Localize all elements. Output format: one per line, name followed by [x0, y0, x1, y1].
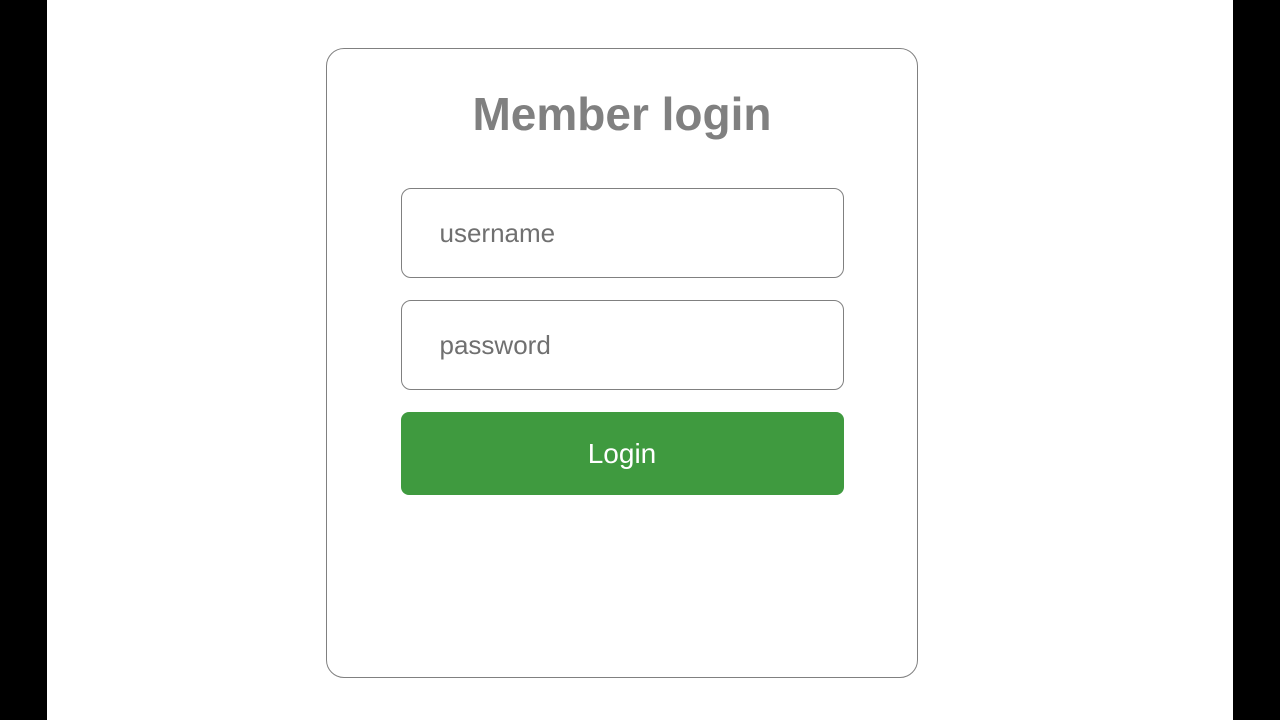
login-card: Member login Login [326, 48, 918, 678]
login-title: Member login [472, 87, 771, 141]
left-letterbox-bar [0, 0, 47, 720]
login-button[interactable]: Login [401, 412, 844, 495]
username-input[interactable] [401, 188, 844, 278]
right-letterbox-bar [1233, 0, 1280, 720]
password-input[interactable] [401, 300, 844, 390]
